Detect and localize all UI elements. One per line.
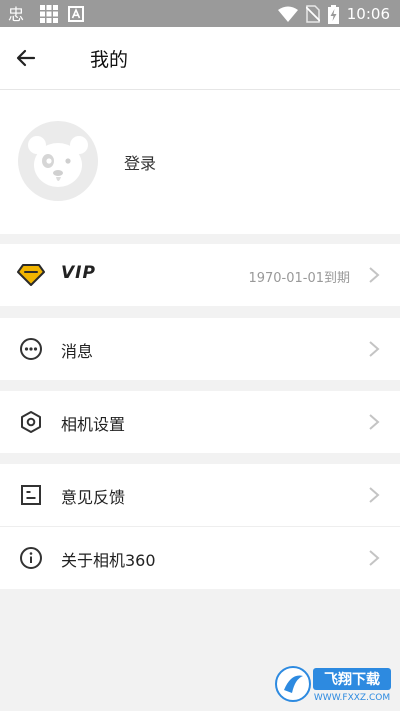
chevron-right-icon bbox=[369, 487, 380, 503]
vip-expiry-text: 1970-01-01到期 bbox=[248, 271, 350, 286]
battery-charging-icon bbox=[327, 4, 339, 24]
default-avatar-icon[interactable] bbox=[18, 121, 98, 201]
wifi-icon bbox=[277, 6, 298, 22]
profile-section: 登录 bbox=[0, 90, 400, 234]
diamond-icon bbox=[17, 264, 45, 286]
camera-settings-row[interactable]: 相机设置 bbox=[0, 391, 400, 453]
keyboard-icon bbox=[68, 6, 84, 22]
feedback-label: 意见反馈 bbox=[61, 488, 126, 507]
watermark-url: WWW.FXXZ.COM bbox=[314, 693, 390, 703]
messages-row[interactable]: 消息 bbox=[0, 318, 400, 380]
feedback-row[interactable]: 意见反馈 bbox=[0, 464, 400, 526]
chevron-right-icon bbox=[369, 341, 380, 357]
messages-label: 消息 bbox=[61, 342, 94, 361]
camera-settings-label: 相机设置 bbox=[61, 415, 126, 434]
message-bubble-icon bbox=[20, 338, 42, 360]
status-bar-right: 10:06 bbox=[277, 3, 390, 25]
svg-text:忠: 忠 bbox=[8, 5, 24, 23]
chevron-right-icon bbox=[369, 414, 380, 430]
watermark-text: 飞翔下载 bbox=[324, 671, 380, 688]
status-bar: 忠 10:06 bbox=[0, 0, 400, 27]
about-row[interactable]: 关于相机360 bbox=[0, 527, 400, 589]
login-button[interactable]: 登录 bbox=[124, 150, 156, 174]
info-icon bbox=[20, 547, 42, 569]
page-title: 我的 bbox=[90, 49, 129, 71]
app-bar: 我的 bbox=[0, 27, 400, 90]
back-arrow-icon[interactable] bbox=[14, 46, 38, 70]
watermark-logo: 飞翔下载 WWW.FXXZ.COM bbox=[275, 666, 391, 703]
status-time: 10:06 bbox=[346, 5, 390, 23]
about-label: 关于相机360 bbox=[61, 551, 156, 570]
chevron-right-icon bbox=[369, 550, 380, 566]
no-sim-icon bbox=[305, 5, 320, 23]
app-notification-icon: 忠 bbox=[8, 5, 24, 23]
status-bar-left: 忠 bbox=[8, 4, 84, 24]
grid-icon bbox=[40, 5, 58, 23]
vip-row[interactable]: VIP 1970-01-01到期 bbox=[0, 244, 400, 306]
chevron-right-icon bbox=[369, 267, 380, 283]
vip-label: VIP bbox=[61, 263, 96, 283]
feedback-icon bbox=[21, 485, 41, 505]
settings-hexagon-icon bbox=[21, 411, 41, 433]
